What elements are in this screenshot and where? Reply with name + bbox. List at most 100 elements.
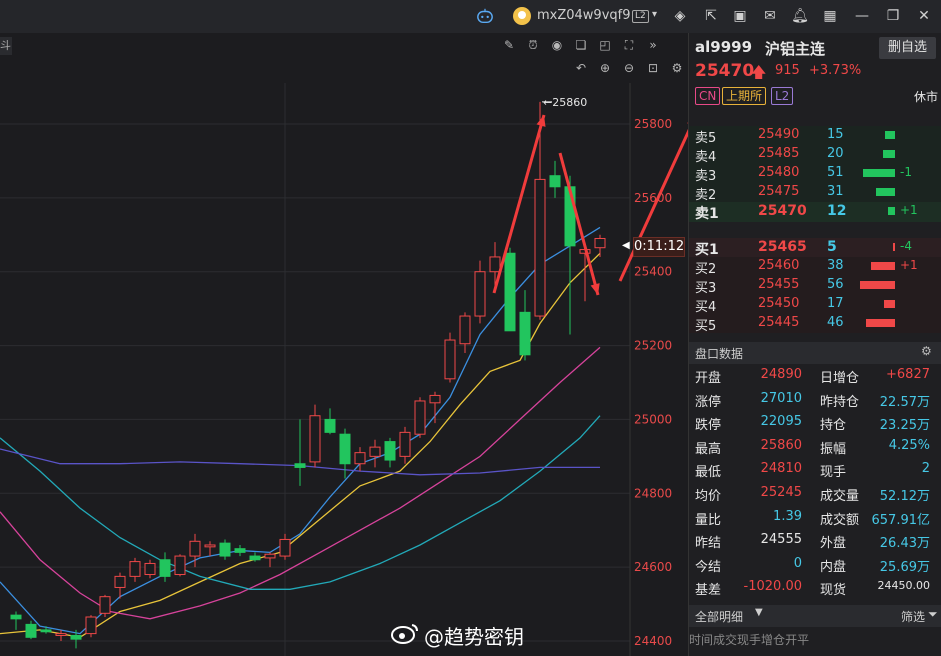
stat-key: 均价	[695, 489, 722, 504]
username[interactable]: mxZ04w9vqf9	[537, 8, 631, 23]
caret-down-icon[interactable]: ▼	[755, 607, 763, 618]
stat-value: 657.91亿	[871, 512, 931, 528]
detail-column-header: 成交	[713, 633, 738, 647]
price-tick-label: 25800	[634, 117, 672, 131]
minimize-icon[interactable]: —	[853, 7, 871, 25]
bid-row[interactable]: 买4 25450 17	[689, 295, 941, 315]
bid-volume-bar	[860, 281, 895, 289]
stats-row: 最低 24810 现手 2	[689, 460, 941, 480]
stat-value: 25245	[760, 485, 802, 500]
bid-row[interactable]: 买1 25465 5 -4	[689, 238, 941, 258]
ask-row[interactable]: 卖4 25485 20	[689, 145, 941, 165]
candle-up	[204, 544, 216, 548]
layers-icon[interactable]: ◈	[671, 7, 689, 25]
bell-icon[interactable]: 🔔︎	[791, 7, 809, 25]
ask-row[interactable]: 卖5 25490 15	[689, 126, 941, 146]
stat-value: 22095	[760, 414, 802, 430]
candle-up	[144, 562, 156, 576]
price-tick-label: 24800	[634, 486, 672, 500]
restore-icon[interactable]: ❐	[884, 7, 902, 25]
ask-row[interactable]: 卖3 25480 51 -1	[689, 164, 941, 184]
bid-volume-bar	[893, 243, 895, 251]
candle-up	[459, 315, 471, 345]
ask-label: 卖3	[695, 169, 717, 184]
stat-value: 52.12万	[879, 489, 930, 504]
filter-button[interactable]: 筛选	[901, 608, 925, 625]
stat-key: 昨持仓	[820, 394, 860, 410]
stat-key: 昨结	[695, 536, 722, 552]
candle-up	[309, 415, 321, 463]
stat-value: 25.69万	[879, 559, 930, 575]
ask-row[interactable]: 卖1 25470 12 +1	[689, 202, 941, 222]
avatar[interactable]	[512, 6, 532, 30]
candle-up	[264, 553, 276, 559]
top-bar: mxZ04w9vqf9 L2 ▾ ◈ ⇱ ▣ ✉ 🔔︎ ▦ — ❐ ✕	[0, 0, 941, 33]
chevron-down-icon[interactable]: ▾	[652, 9, 657, 20]
candle-up	[534, 178, 546, 317]
detail-column-header: 现手	[737, 633, 762, 647]
bid-price: 25455	[758, 277, 800, 292]
ask-price: 25480	[758, 165, 800, 180]
detail-header[interactable]: 全部明细 ▼ 筛选 ⏷	[689, 605, 941, 627]
market-status: 休市	[914, 90, 939, 104]
robot-icon[interactable]	[476, 7, 494, 25]
filter-icon[interactable]: ⏷	[928, 607, 938, 622]
price-tick-label: 25000	[634, 412, 672, 426]
ask-delta: +1	[900, 203, 918, 217]
stat-value: 26.43万	[879, 536, 930, 552]
candle-up	[129, 561, 141, 577]
candle-down	[219, 542, 231, 557]
ask-row[interactable]: 卖2 25475 31	[689, 183, 941, 203]
stats-row: 基差 -1020.00 现货 24450.00	[689, 578, 941, 598]
export-icon[interactable]: ⇱	[702, 7, 720, 25]
candle-down	[70, 634, 82, 640]
candle-down	[519, 311, 531, 356]
candle-up	[489, 256, 501, 273]
ask-volume-bar	[888, 207, 895, 215]
candlestick-plot[interactable]: ←25860 25800 25600 25400 25200 25000 24800 246…	[0, 33, 688, 656]
detail-column-header: 开平	[785, 633, 810, 647]
tag-exchange: 上期所	[722, 87, 767, 105]
weibo-icon	[390, 621, 420, 650]
level-badge: L2	[632, 10, 649, 23]
kline-chart[interactable]: 斗 ✎ ⏰︎ ◉ ❏ ◰ ⛶ » ↶ ⊕ ⊖ ⊡ ⚙ ←25860 25800 2…	[0, 33, 688, 656]
stats-row: 开盘 24890 日增仓 +6827	[689, 366, 941, 386]
candle-up	[354, 452, 366, 465]
ask-volume: 51	[827, 165, 844, 180]
ask-delta: -1	[900, 165, 912, 179]
stat-value: 1.39	[773, 508, 802, 524]
countdown-label: 0:11:12	[633, 237, 685, 257]
panel-data-header[interactable]: 盘口数据 ⚙	[689, 342, 941, 364]
candle-down	[234, 548, 246, 553]
candle-down	[25, 623, 37, 638]
ask-label: 卖4	[695, 150, 717, 165]
tv-icon[interactable]: ▣	[731, 7, 749, 25]
candle-up	[174, 555, 186, 576]
bid-row[interactable]: 买3 25455 56	[689, 276, 941, 296]
price-change-pct: +3.73%	[809, 63, 862, 78]
grid-icon[interactable]: ▦	[821, 7, 839, 25]
close-icon[interactable]: ✕	[915, 7, 933, 25]
bid-price: 25465	[758, 239, 807, 255]
stat-key: 跌停	[695, 418, 722, 434]
ask-price: 25470	[758, 203, 807, 219]
annotation-arrow-up-head	[536, 115, 546, 127]
candle-up	[85, 616, 97, 635]
price-tick-label: 25400	[634, 265, 672, 279]
candle-up	[279, 538, 291, 557]
detail-title: 全部明细	[695, 610, 744, 624]
watermark: @趋势密钥	[390, 621, 524, 650]
stats-row: 均价 25245 成交量 52.12万	[689, 484, 941, 504]
stat-value: 22.57万	[879, 394, 930, 410]
detail-column-header: 时间	[689, 633, 714, 647]
bid-volume: 5	[827, 239, 837, 255]
stat-value: +6827	[886, 367, 930, 382]
bid-row[interactable]: 买5 25445 46	[689, 314, 941, 334]
settings-icon[interactable]: ⚙	[921, 344, 932, 358]
remove-watchlist-button[interactable]: 删自选	[879, 37, 936, 59]
mail-icon[interactable]: ✉	[761, 7, 779, 25]
tag-level: L2	[771, 87, 794, 105]
bid-volume-bar	[866, 319, 895, 327]
bid-row[interactable]: 买2 25460 38 +1	[689, 257, 941, 277]
stat-key: 开盘	[695, 371, 722, 386]
